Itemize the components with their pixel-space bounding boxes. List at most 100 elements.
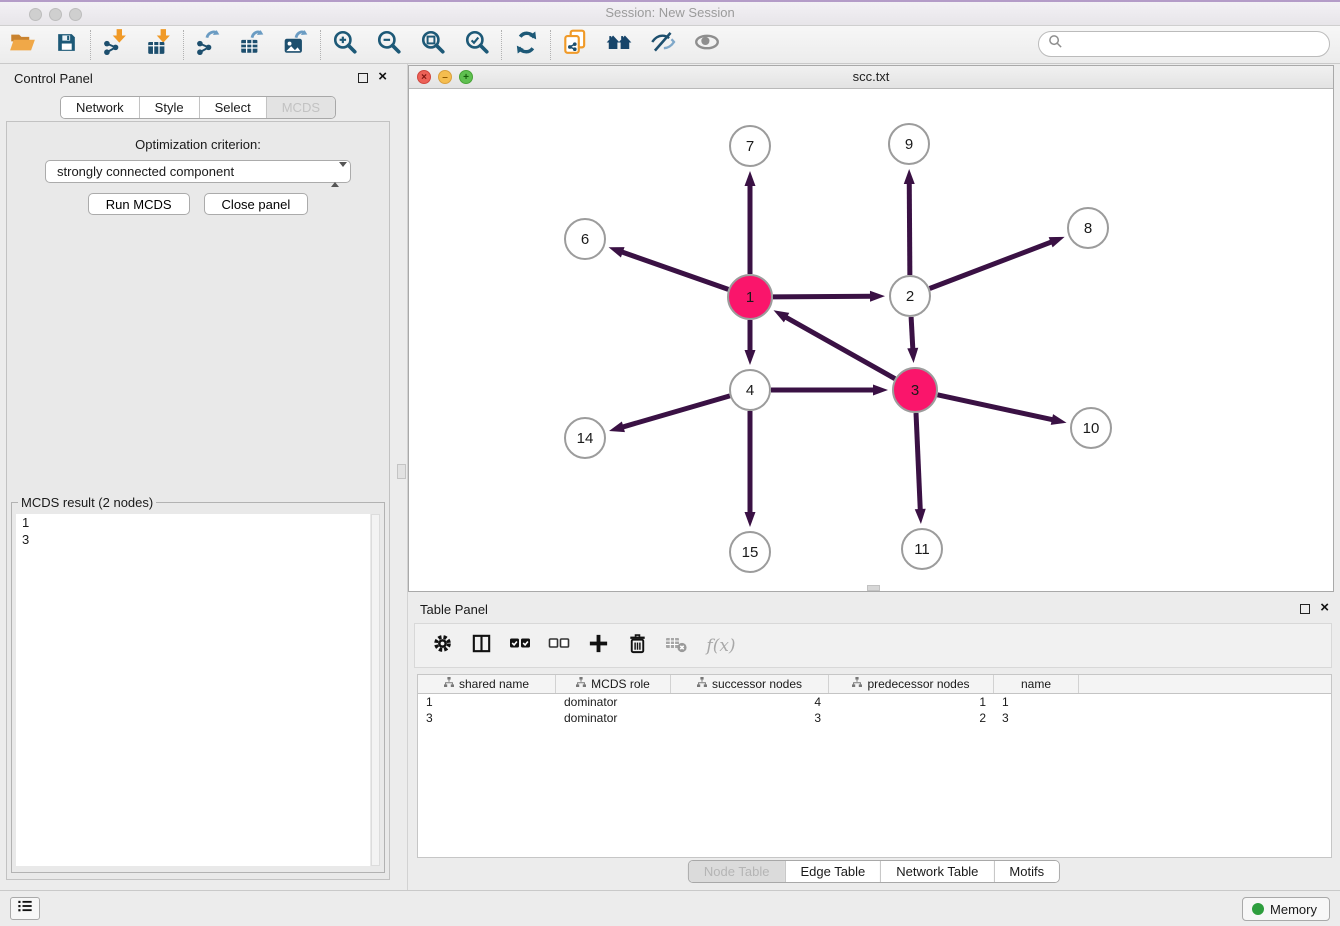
table-cell[interactable]: 3 <box>671 711 829 725</box>
tab-node-table[interactable]: Node Table <box>689 861 785 882</box>
refresh-view-button[interactable] <box>504 28 548 62</box>
tab-mcds[interactable]: MCDS <box>266 97 335 118</box>
graph-node-7[interactable]: 7 <box>730 126 770 166</box>
close-table-panel-icon[interactable]: × <box>1320 600 1329 616</box>
network-close-icon[interactable]: × <box>417 70 431 84</box>
tab-motifs[interactable]: Motifs <box>993 861 1059 882</box>
graph-node-15[interactable]: 15 <box>730 532 770 572</box>
graph-edge-2-3[interactable] <box>907 317 918 363</box>
tab-style[interactable]: Style <box>139 97 199 118</box>
criterion-select[interactable]: strongly connected component <box>45 160 351 183</box>
select-all-button[interactable] <box>508 634 532 658</box>
network-minimize-icon[interactable]: – <box>438 70 452 84</box>
graph-edge-3-10[interactable] <box>937 395 1066 425</box>
graph-node-11[interactable]: 11 <box>902 529 942 569</box>
zoom-out-button[interactable] <box>367 28 411 62</box>
graph-node-1[interactable]: 1 <box>728 275 772 319</box>
float-table-panel-icon[interactable] <box>1300 604 1310 614</box>
column-header-predecessor-nodes[interactable]: predecessor nodes <box>829 675 994 693</box>
network-resize-grip[interactable] <box>867 585 880 591</box>
open-session-button[interactable] <box>0 28 44 62</box>
network-canvas[interactable]: 7 9 6 8 1 2 4 3 14 10 15 11 <box>409 89 1333 591</box>
panel-splitter[interactable] <box>396 64 408 890</box>
table-cell[interactable]: dominator <box>556 711 671 725</box>
memory-button[interactable]: Memory <box>1242 897 1330 921</box>
column-header-successor-nodes[interactable]: successor nodes <box>671 675 829 693</box>
splitter-grip[interactable] <box>397 464 406 479</box>
graph-edge-3-1[interactable] <box>774 310 895 378</box>
tab-select[interactable]: Select <box>199 97 266 118</box>
graph-node-4[interactable]: 4 <box>730 370 770 410</box>
show-columns-button[interactable] <box>469 634 493 658</box>
graph-edge-4-14[interactable] <box>609 396 730 432</box>
table-cell[interactable]: 4 <box>671 695 829 709</box>
graph-node-10[interactable]: 10 <box>1071 408 1111 448</box>
first-neighbors-button[interactable] <box>553 28 597 62</box>
float-panel-icon[interactable] <box>358 73 368 83</box>
delete-column-button[interactable] <box>625 634 649 658</box>
minimize-window-icon[interactable] <box>49 8 62 21</box>
graph-edge-2-8[interactable] <box>930 237 1065 289</box>
run-mcds-button[interactable]: Run MCDS <box>88 193 190 215</box>
table-cell[interactable]: 1 <box>418 695 556 709</box>
network-maximize-icon[interactable]: + <box>459 70 473 84</box>
zoom-selected-button[interactable] <box>455 28 499 62</box>
graph-node-8[interactable]: 8 <box>1068 208 1108 248</box>
delete-table-button[interactable] <box>664 634 688 658</box>
export-table-button[interactable] <box>230 28 274 62</box>
deselect-all-button[interactable] <box>547 634 571 658</box>
show-all-button[interactable] <box>685 28 729 62</box>
create-column-button[interactable] <box>586 634 610 658</box>
tab-network[interactable]: Network <box>61 97 139 118</box>
column-header-mcds-role[interactable]: MCDS role <box>556 675 671 693</box>
tab-network-table[interactable]: Network Table <box>880 861 993 882</box>
function-builder-button[interactable]: f(x) <box>703 634 739 658</box>
table-cell[interactable]: 1 <box>994 695 1079 709</box>
export-image-button[interactable] <box>274 28 318 62</box>
zoom-window-icon[interactable] <box>69 8 82 21</box>
table-row[interactable]: 1dominator411 <box>418 694 1331 710</box>
search-input[interactable] <box>1069 36 1323 53</box>
import-network-button[interactable] <box>93 28 137 62</box>
zoom-in-button[interactable] <box>323 28 367 62</box>
table-cell[interactable]: 1 <box>829 695 994 709</box>
mcds-result-fieldset: MCDS result (2 nodes) 13 <box>11 495 385 873</box>
network-window-lights: × – + <box>417 70 473 84</box>
home-networks-button[interactable] <box>597 28 641 62</box>
table-cell[interactable]: dominator <box>556 695 671 709</box>
close-panel-button[interactable]: Close panel <box>204 193 309 215</box>
graph-node-3[interactable]: 3 <box>893 368 937 412</box>
column-header-name[interactable]: name <box>994 675 1079 693</box>
graph-edge-1-6[interactable] <box>609 247 729 289</box>
table-row[interactable]: 3dominator323 <box>418 710 1331 726</box>
graph-node-14[interactable]: 14 <box>565 418 605 458</box>
graph-node-6[interactable]: 6 <box>565 219 605 259</box>
hide-selected-button[interactable] <box>641 28 685 62</box>
graph-edge-3-11[interactable] <box>915 413 926 524</box>
table-cell[interactable]: 3 <box>418 711 556 725</box>
export-network-button[interactable] <box>186 28 230 62</box>
graph-edge-2-9[interactable] <box>904 169 915 275</box>
import-table-button[interactable] <box>137 28 181 62</box>
task-history-button[interactable] <box>10 897 40 920</box>
table-cell[interactable]: 2 <box>829 711 994 725</box>
graph-node-9[interactable]: 9 <box>889 124 929 164</box>
table-cell[interactable]: 3 <box>994 711 1079 725</box>
graph-edge-1-4[interactable] <box>745 320 756 365</box>
graph-edge-4-15[interactable] <box>745 411 756 527</box>
column-header-shared-name[interactable]: shared name <box>418 675 556 693</box>
graph-edge-4-3[interactable] <box>771 385 888 396</box>
mcds-result-box[interactable]: 13 <box>16 514 370 866</box>
mcds-result-title: MCDS result (2 nodes) <box>18 495 156 510</box>
save-session-button[interactable] <box>44 28 88 62</box>
graph-edge-1-2[interactable] <box>773 291 885 302</box>
close-panel-icon[interactable]: × <box>378 69 387 85</box>
search-field[interactable] <box>1038 31 1330 57</box>
zoom-fit-button[interactable] <box>411 28 455 62</box>
result-scrollbar[interactable] <box>371 514 380 866</box>
graph-edge-1-7[interactable] <box>745 171 756 274</box>
tab-edge-table[interactable]: Edge Table <box>784 861 880 882</box>
close-window-icon[interactable] <box>29 8 42 21</box>
table-settings-button[interactable] <box>430 634 454 658</box>
graph-node-2[interactable]: 2 <box>890 276 930 316</box>
